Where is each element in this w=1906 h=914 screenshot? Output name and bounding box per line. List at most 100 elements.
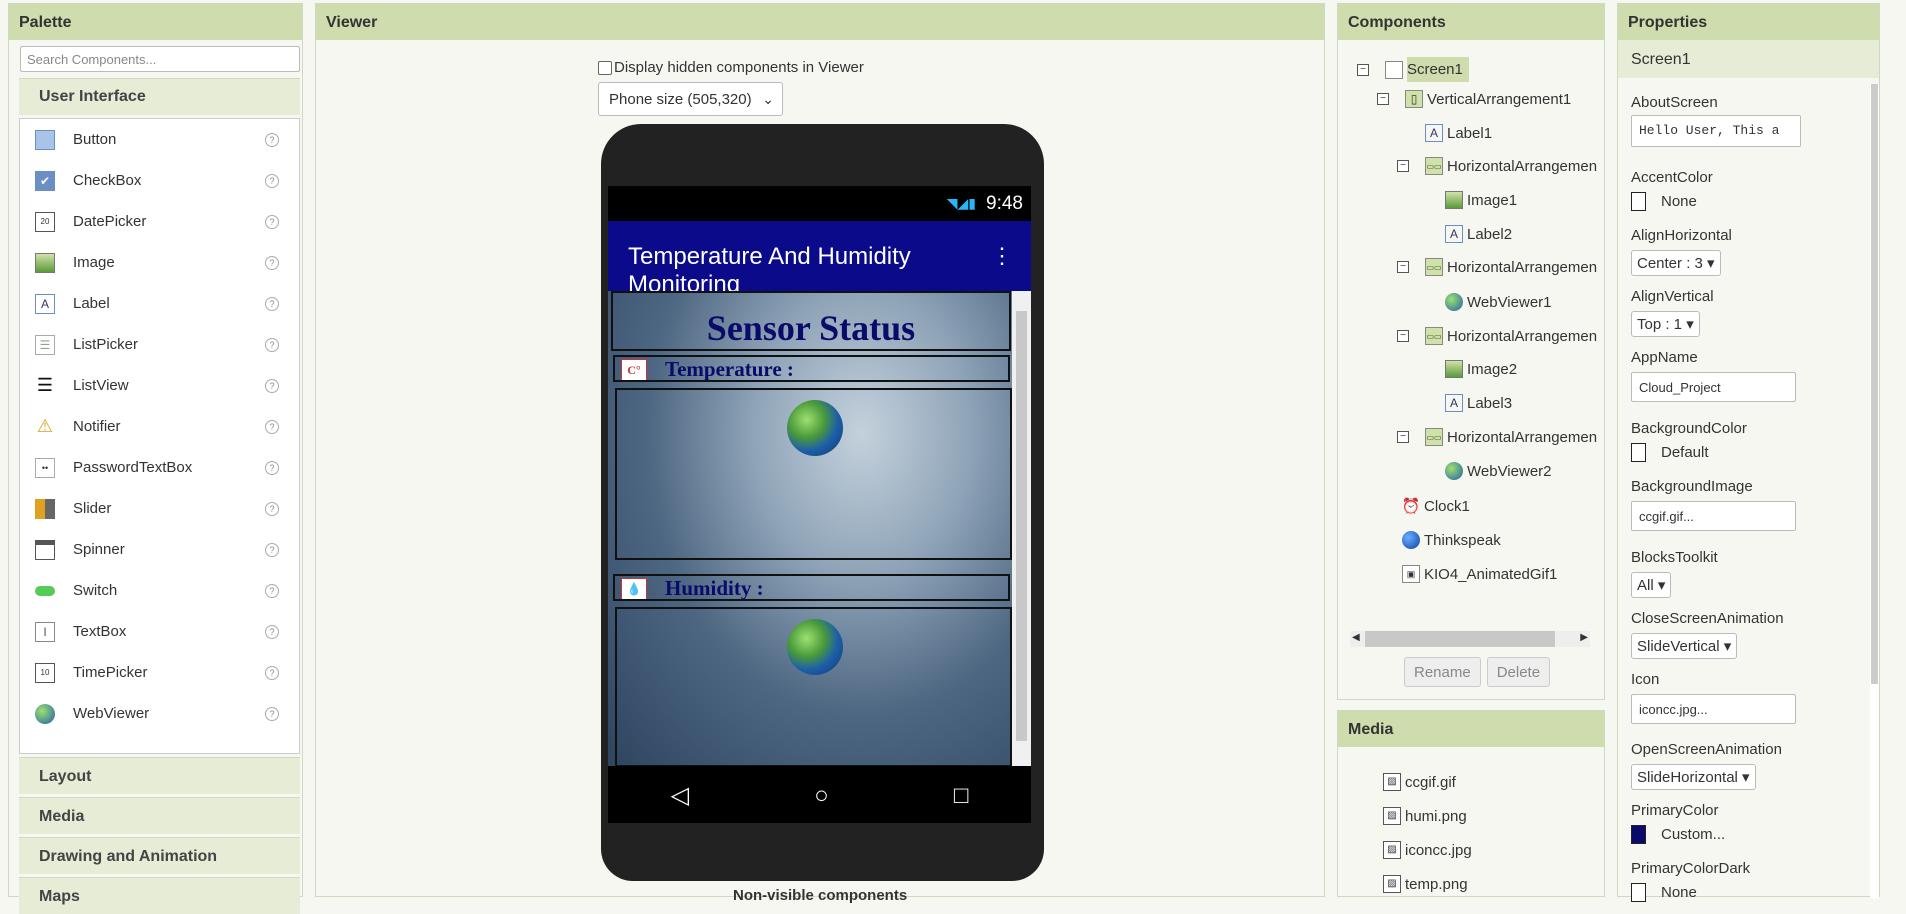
datepicker-icon: 20: [35, 211, 55, 232]
help-icon[interactable]: ?: [265, 337, 279, 352]
alignvertical-dropdown[interactable]: Top : 1 ▾: [1631, 311, 1700, 337]
tree-node-horizontalarrangement3[interactable]: − ▭▭ HorizontalArrangemen: [1397, 327, 1597, 345]
palette-item-timepicker[interactable]: 10 TimePicker?: [20, 652, 299, 693]
webviewer2-box[interactable]: [615, 607, 1012, 766]
palette-item-webviewer[interactable]: WebViewer?: [20, 693, 299, 734]
palette-item-listpicker[interactable]: ☰ ListPicker?: [20, 324, 299, 365]
tree-node-clock1[interactable]: ⏰ Clock1: [1402, 497, 1470, 516]
palette-item-switch[interactable]: Switch?: [20, 570, 299, 611]
collapse-icon[interactable]: −: [1397, 431, 1409, 443]
palette-item-button[interactable]: Button?: [20, 119, 299, 160]
tree-node-kio4-animatedgif1[interactable]: ▣ KIO4_AnimatedGif1: [1402, 565, 1557, 583]
tree-node-webviewer1[interactable]: WebViewer1: [1445, 293, 1552, 311]
category-drawing-animation[interactable]: Drawing and Animation: [19, 837, 300, 874]
horizontal-arrangement-icon: ▭▭: [1425, 258, 1443, 276]
tree-node-screen1[interactable]: − Screen1: [1357, 57, 1469, 82]
category-maps[interactable]: Maps: [19, 877, 300, 914]
media-file-name: iconcc.jpg: [1405, 841, 1472, 859]
category-layout[interactable]: Layout: [19, 757, 300, 794]
tree-node-webviewer2[interactable]: WebViewer2: [1445, 462, 1552, 480]
palette-item-listview[interactable]: ☰ ListView?: [20, 365, 299, 406]
media-file[interactable]: ▨ iconcc.jpg: [1383, 841, 1472, 859]
palette-item-slider[interactable]: Slider?: [20, 488, 299, 529]
help-icon[interactable]: ?: [265, 624, 279, 639]
webviewer1-box[interactable]: [615, 388, 1012, 560]
tree-node-verticalarrangement1[interactable]: − ▯ VerticalArrangement1: [1377, 90, 1571, 108]
palette-item-image[interactable]: Image?: [20, 242, 299, 283]
display-hidden-label: Display hidden components in Viewer: [614, 59, 864, 76]
icon-picker[interactable]: iconcc.jpg...: [1631, 694, 1796, 724]
help-icon[interactable]: ?: [265, 706, 279, 721]
help-icon[interactable]: ?: [265, 501, 279, 516]
category-user-interface[interactable]: User Interface: [19, 78, 300, 115]
tree-node-image1[interactable]: Image1: [1445, 191, 1517, 209]
tree-node-image2[interactable]: Image2: [1445, 360, 1517, 378]
tree-node-thinkspeak[interactable]: Thinkspeak: [1402, 531, 1501, 549]
aboutscreen-textarea[interactable]: Hello User, This a: [1631, 115, 1801, 147]
help-icon[interactable]: ?: [265, 214, 279, 229]
help-icon[interactable]: ?: [265, 173, 279, 188]
help-icon[interactable]: ?: [265, 665, 279, 680]
help-icon[interactable]: ?: [265, 296, 279, 311]
tree-horizontal-scrollbar[interactable]: ◀ ▶: [1350, 631, 1590, 647]
backgroundcolor-picker[interactable]: Default: [1631, 443, 1747, 462]
category-media[interactable]: Media: [19, 797, 300, 834]
scroll-thumb[interactable]: [1365, 631, 1555, 647]
label-icon: A: [1445, 394, 1463, 412]
help-icon[interactable]: ?: [265, 542, 279, 557]
palette-item-label[interactable]: A Label?: [20, 283, 299, 324]
palette-item-textbox[interactable]: I TextBox?: [20, 611, 299, 652]
scroll-thumb[interactable]: [1016, 311, 1027, 741]
media-file[interactable]: ▨ ccgif.gif: [1383, 773, 1456, 791]
delete-button[interactable]: Delete: [1486, 657, 1551, 687]
tree-node-horizontalarrangement2[interactable]: − ▭▭ HorizontalArrangemen: [1397, 258, 1597, 276]
phone-size-select[interactable]: Phone size (505,320) ⌄: [598, 82, 783, 116]
tree-node-label1[interactable]: A Label1: [1425, 124, 1492, 142]
primarycolor-picker[interactable]: Custom...: [1631, 825, 1725, 844]
blockstoolkit-dropdown[interactable]: All ▾: [1631, 572, 1672, 598]
humidity-arrangement[interactable]: 💧 Humidity :: [613, 574, 1010, 601]
collapse-icon[interactable]: −: [1357, 63, 1369, 76]
alignhorizontal-dropdown[interactable]: Center : 3 ▾: [1631, 250, 1721, 276]
viewer-scrollbar[interactable]: [1012, 291, 1031, 766]
media-file[interactable]: ▨ temp.png: [1383, 875, 1468, 893]
help-icon[interactable]: ?: [265, 419, 279, 434]
primarycolordark-picker[interactable]: None: [1631, 883, 1750, 902]
help-icon[interactable]: ?: [265, 378, 279, 393]
scroll-right-icon[interactable]: ▶: [1580, 632, 1588, 643]
properties-scrollbar[interactable]: [1870, 84, 1879, 899]
palette-item-datepicker[interactable]: 20 DatePicker?: [20, 201, 299, 242]
backgroundimage-picker[interactable]: ccgif.gif...: [1631, 501, 1796, 531]
collapse-icon[interactable]: −: [1377, 93, 1389, 105]
palette-item-notifier[interactable]: ⚠ Notifier?: [20, 406, 299, 447]
help-icon[interactable]: ?: [265, 583, 279, 598]
display-hidden-checkbox[interactable]: [598, 60, 612, 75]
label1-sensor-status[interactable]: Sensor Status: [611, 291, 1011, 351]
openscreenanimation-dropdown[interactable]: SlideHorizontal ▾: [1631, 764, 1756, 790]
scroll-left-icon[interactable]: ◀: [1352, 632, 1360, 643]
closescreenanimation-dropdown[interactable]: SlideVertical ▾: [1631, 633, 1738, 659]
palette-item-checkbox[interactable]: ✔ CheckBox?: [20, 160, 299, 201]
webviewer-icon: [1445, 293, 1463, 311]
scroll-thumb[interactable]: [1871, 84, 1878, 684]
tree-node-horizontalarrangement1[interactable]: − ▭▭ HorizontalArrangemen: [1397, 157, 1597, 175]
tree-node-label2[interactable]: A Label2: [1445, 225, 1512, 243]
prop-backgroundcolor: BackgroundColor Default: [1631, 420, 1747, 462]
palette-item-passwordtextbox[interactable]: •• PasswordTextBox?: [20, 447, 299, 488]
search-components-input[interactable]: Search Components...: [20, 46, 300, 72]
prop-label: AccentColor: [1631, 169, 1713, 186]
palette-item-spinner[interactable]: Spinner?: [20, 529, 299, 570]
help-icon[interactable]: ?: [265, 255, 279, 270]
collapse-icon[interactable]: −: [1397, 261, 1409, 273]
rename-button[interactable]: Rename: [1404, 657, 1481, 687]
temperature-arrangement[interactable]: C° Temperature :: [613, 355, 1010, 382]
accentcolor-picker[interactable]: None: [1631, 192, 1713, 211]
tree-node-horizontalarrangement4[interactable]: − ▭▭ HorizontalArrangemen: [1397, 428, 1597, 446]
collapse-icon[interactable]: −: [1397, 330, 1409, 342]
tree-node-label3[interactable]: A Label3: [1445, 394, 1512, 412]
help-icon[interactable]: ?: [265, 132, 279, 147]
collapse-icon[interactable]: −: [1397, 160, 1409, 172]
appname-input[interactable]: Cloud_Project: [1631, 372, 1796, 402]
help-icon[interactable]: ?: [265, 460, 279, 475]
media-file[interactable]: ▨ humi.png: [1383, 807, 1467, 825]
